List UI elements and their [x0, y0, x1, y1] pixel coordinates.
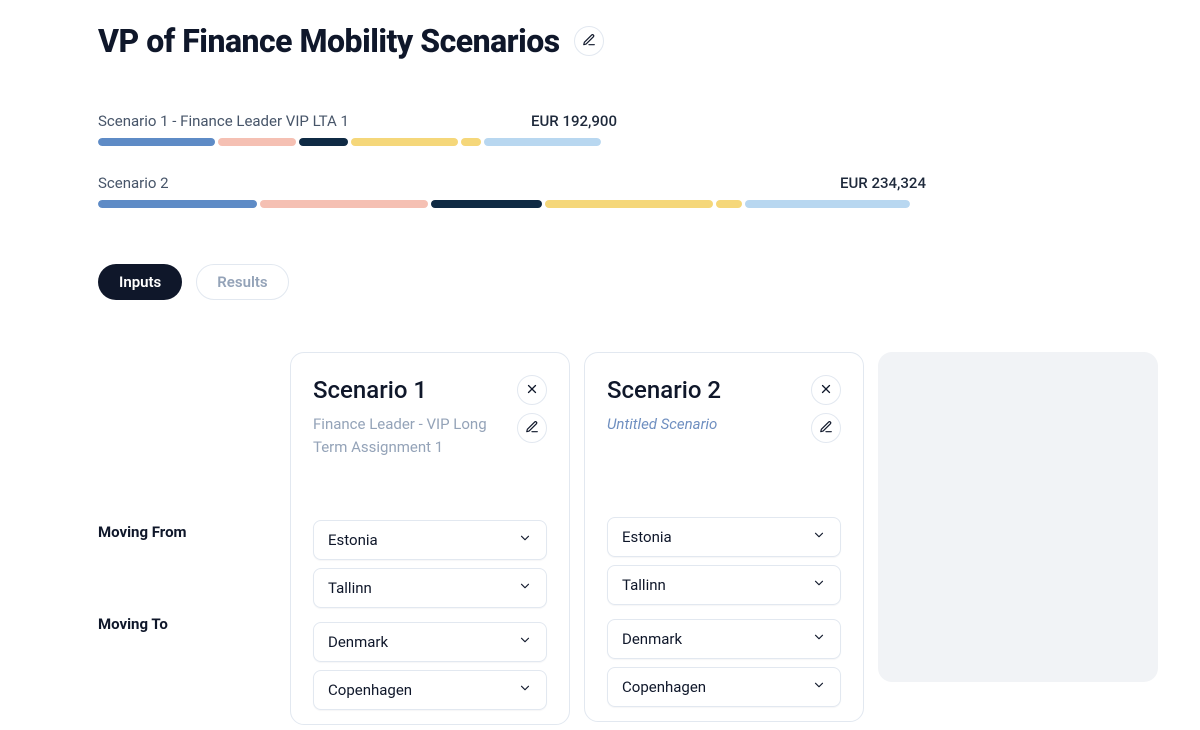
- scenario-title: Scenario 1: [313, 376, 427, 404]
- select-value: Denmark: [328, 633, 388, 651]
- moving-to-country-select[interactable]: Denmark: [607, 619, 841, 659]
- moving-to-city-select[interactable]: Copenhagen: [313, 670, 547, 710]
- scenario-card: Scenario 1 Finance Leader - VIP Long Term…: [290, 352, 570, 725]
- edit-title-button[interactable]: [574, 26, 604, 56]
- row-label-moving-to: Moving To: [98, 604, 276, 644]
- scenario-bar-amount: EUR 234,324: [840, 174, 926, 192]
- moving-from-country-select[interactable]: Estonia: [313, 520, 547, 560]
- scenario-subtitle: Finance Leader - VIP Long Term Assignmen…: [313, 413, 503, 460]
- close-scenario-button[interactable]: [811, 375, 841, 405]
- chevron-down-icon: [518, 633, 532, 651]
- scenario-bar-label: Scenario 1 - Finance Leader VIP LTA 1: [98, 112, 501, 130]
- select-value: Denmark: [622, 630, 682, 648]
- scenario-card: Scenario 2 Untitled Scenario Estonia Tallin…: [584, 352, 864, 722]
- chevron-down-icon: [812, 576, 826, 594]
- edit-scenario-button[interactable]: [517, 413, 547, 443]
- close-icon: [525, 382, 539, 399]
- edit-scenario-button[interactable]: [811, 413, 841, 443]
- select-value: Copenhagen: [328, 681, 412, 699]
- chevron-down-icon: [518, 579, 532, 597]
- add-scenario-placeholder[interactable]: [878, 352, 1158, 682]
- page-title: VP of Finance Mobility Scenarios: [98, 22, 560, 60]
- scenario-bar: [98, 138, 601, 146]
- tab-inputs[interactable]: Inputs: [98, 264, 182, 300]
- close-scenario-button[interactable]: [517, 375, 547, 405]
- moving-to-country-select[interactable]: Denmark: [313, 622, 547, 662]
- moving-from-country-select[interactable]: Estonia: [607, 517, 841, 557]
- select-value: Estonia: [328, 531, 378, 549]
- scenario-bar: [98, 200, 910, 208]
- chevron-down-icon: [518, 531, 532, 549]
- moving-from-city-select[interactable]: Tallinn: [313, 568, 547, 608]
- scenario-title: Scenario 2: [607, 376, 721, 404]
- chevron-down-icon: [812, 528, 826, 546]
- pencil-icon: [819, 420, 833, 437]
- scenario-bar-amount: EUR 192,900: [531, 112, 617, 130]
- tab-results[interactable]: Results: [196, 264, 288, 300]
- moving-to-city-select[interactable]: Copenhagen: [607, 667, 841, 707]
- chevron-down-icon: [812, 678, 826, 696]
- chevron-down-icon: [812, 630, 826, 648]
- select-value: Estonia: [622, 528, 672, 546]
- close-icon: [819, 382, 833, 399]
- chevron-down-icon: [518, 681, 532, 699]
- moving-from-city-select[interactable]: Tallinn: [607, 565, 841, 605]
- select-value: Copenhagen: [622, 678, 706, 696]
- scenario-subtitle: Untitled Scenario: [607, 413, 717, 436]
- pencil-icon: [582, 33, 596, 50]
- row-label-moving-from: Moving From: [98, 512, 276, 552]
- select-value: Tallinn: [328, 579, 372, 597]
- scenario-bar-label: Scenario 2: [98, 174, 810, 192]
- pencil-icon: [525, 420, 539, 437]
- select-value: Tallinn: [622, 576, 666, 594]
